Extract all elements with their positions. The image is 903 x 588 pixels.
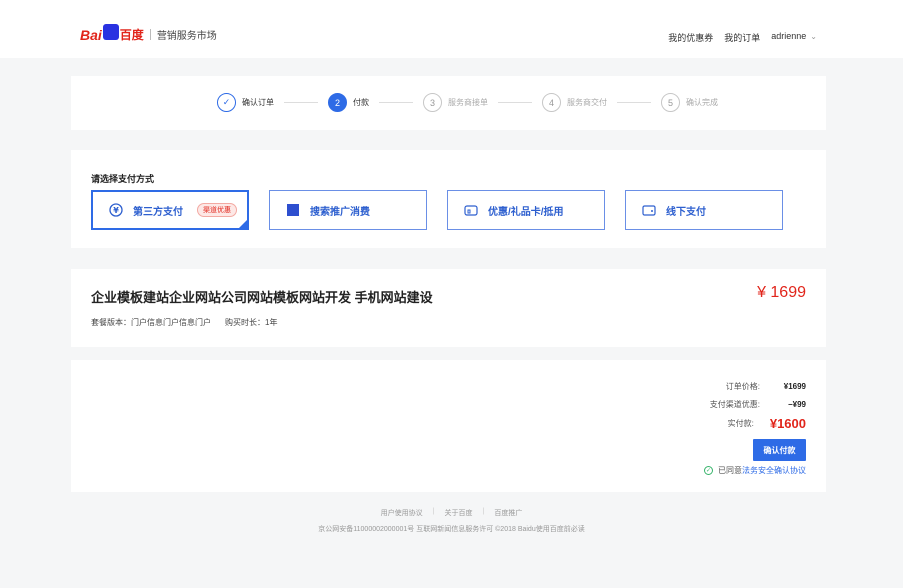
square-icon <box>286 203 300 217</box>
step-connector <box>284 102 318 103</box>
step-payment: 2 付款 <box>328 93 369 112</box>
pay-option-gift-card[interactable]: 优惠/礼品卡/抵用 <box>447 190 605 230</box>
pay-option-search-promotion[interactable]: 搜索推广消费 <box>269 190 427 230</box>
pay-option-offline[interactable]: 线下支付 <box>625 190 783 230</box>
paw-logo-icon <box>102 23 119 40</box>
user-menu[interactable]: adrienne ⌄ <box>771 31 817 44</box>
svg-text:¥: ¥ <box>113 206 119 215</box>
channel-discount-badge: 渠道优惠 <box>197 203 237 217</box>
logo-text-bai: Bai <box>80 26 102 43</box>
step-connector <box>498 102 532 103</box>
step-complete: 5 确认完成 <box>661 93 718 112</box>
payment-method-title: 请选择支付方式 <box>91 174 155 184</box>
step-provider-accept: 3 服务商接单 <box>423 93 488 112</box>
footer-divider: | <box>482 508 485 515</box>
footer: 用户使用协议 | 关于百度 | 百度推广 京公网安备11000002000001… <box>0 508 903 534</box>
chevron-down-icon: ⌄ <box>810 32 817 41</box>
site-subtitle: 营销服务市场 <box>156 31 217 42</box>
footer-divider: | <box>432 508 435 515</box>
gift-card-icon <box>464 203 478 217</box>
package-label: 套餐版本： <box>91 318 131 327</box>
step-number: 3 <box>423 93 442 112</box>
footer-links: 用户使用协议 | 关于百度 | 百度推广 <box>0 508 903 518</box>
progress-steps: ✓ 确认订单 2 付款 3 服务商接单 4 服务商交付 5 确认完成 <box>217 93 718 112</box>
package-info: 套餐版本：门户信息门户信息门户 <box>91 317 211 328</box>
paid-label: 实付款: <box>727 419 754 428</box>
footer-link-terms[interactable]: 用户使用协议 <box>381 508 423 518</box>
pay-option-label: 优惠/礼品卡/抵用 <box>488 206 564 218</box>
product-meta: 套餐版本：门户信息门户信息门户 购买时长：1年 <box>91 317 277 328</box>
top-nav: 我的优惠券 我的订单 adrienne ⌄ <box>668 31 817 44</box>
top-bar: Bai 百度 营销服务市场 我的优惠券 我的订单 adrienne ⌄ <box>0 0 903 58</box>
pay-option-label: 第三方支付 <box>133 206 183 218</box>
step-number: 4 <box>542 93 561 112</box>
payment-method-card: 请选择支付方式 ¥ 第三方支付 渠道优惠 ✓ 搜索推广消费 优惠/礼品卡/抵用 … <box>71 150 826 248</box>
discount-value: −¥99 <box>787 400 806 409</box>
nav-my-orders[interactable]: 我的订单 <box>724 31 760 44</box>
step-label: 服务商交付 <box>567 98 607 107</box>
progress-steps-card: ✓ 确认订单 2 付款 3 服务商接单 4 服务商交付 5 确认完成 <box>71 76 826 130</box>
check-icon: ✓ <box>217 93 236 112</box>
wallet-icon <box>642 203 656 217</box>
step-number: 2 <box>328 93 347 112</box>
agreement: ✓ 已同意 法务安全确认协议 <box>704 465 806 476</box>
footer-link-about[interactable]: 关于百度 <box>445 508 473 518</box>
step-connector <box>379 102 413 103</box>
order-summary-card: 订单价格: ¥1699 支付渠道优惠: −¥99 实付款: ¥1600 确认付款… <box>71 360 826 492</box>
step-label: 付款 <box>353 98 369 107</box>
order-price-label: 订单价格: <box>725 382 760 391</box>
step-connector <box>617 102 651 103</box>
logo-divider <box>149 29 151 40</box>
nav-my-coupons[interactable]: 我的优惠券 <box>668 31 713 44</box>
step-confirm-order: ✓ 确认订单 <box>217 93 274 112</box>
step-label: 服务商接单 <box>448 98 488 107</box>
discount-label: 支付渠道优惠: <box>709 400 760 409</box>
step-label: 确认订单 <box>242 98 274 107</box>
footer-copyright: 京公网安备11000002000001号 互联网新闻信息服务许可 ©2018 B… <box>318 526 585 533</box>
package-value: 门户信息门户信息门户 <box>131 318 211 327</box>
footer-link-promotion[interactable]: 百度推广 <box>494 508 522 518</box>
yen-circle-icon: ¥ <box>109 203 123 217</box>
confirm-payment-button[interactable]: 确认付款 <box>753 439 806 461</box>
pay-option-label: 线下支付 <box>666 206 706 218</box>
duration-label: 购买时长： <box>225 318 265 327</box>
logo-text-cn: 百度 <box>119 28 144 42</box>
baidu-logo[interactable]: Bai 百度 营销服务市场 <box>80 23 217 43</box>
step-label: 确认完成 <box>686 98 718 107</box>
duration-value: 1年 <box>265 318 278 327</box>
product-price: ¥ 1699 <box>757 284 806 301</box>
paid-row: 实付款: ¥1600 <box>684 416 806 431</box>
order-price-row: 订单价格: ¥1699 <box>690 381 806 392</box>
step-provider-deliver: 4 服务商交付 <box>542 93 607 112</box>
pay-option-third-party[interactable]: ¥ 第三方支付 渠道优惠 ✓ <box>91 190 249 230</box>
paid-value: ¥1600 <box>769 416 806 431</box>
order-price-value: ¥1699 <box>783 382 806 391</box>
check-circle-icon[interactable]: ✓ <box>704 466 713 475</box>
step-number: 5 <box>661 93 680 112</box>
check-icon: ✓ <box>240 220 246 227</box>
product-card: 企业模板建站企业网站公司网站模板网站开发 手机网站建设 ¥ 1699 套餐版本：… <box>71 269 826 347</box>
discount-row: 支付渠道优惠: −¥99 <box>690 399 806 410</box>
pay-option-label: 搜索推广消费 <box>310 206 370 218</box>
username: adrienne <box>771 31 807 41</box>
duration-info: 购买时长：1年 <box>225 317 277 328</box>
agree-text: 已同意 <box>718 466 742 475</box>
legal-agreement-link[interactable]: 法务安全确认协议 <box>742 465 806 476</box>
product-name: 企业模板建站企业网站公司网站模板网站开发 手机网站建设 <box>91 290 433 305</box>
